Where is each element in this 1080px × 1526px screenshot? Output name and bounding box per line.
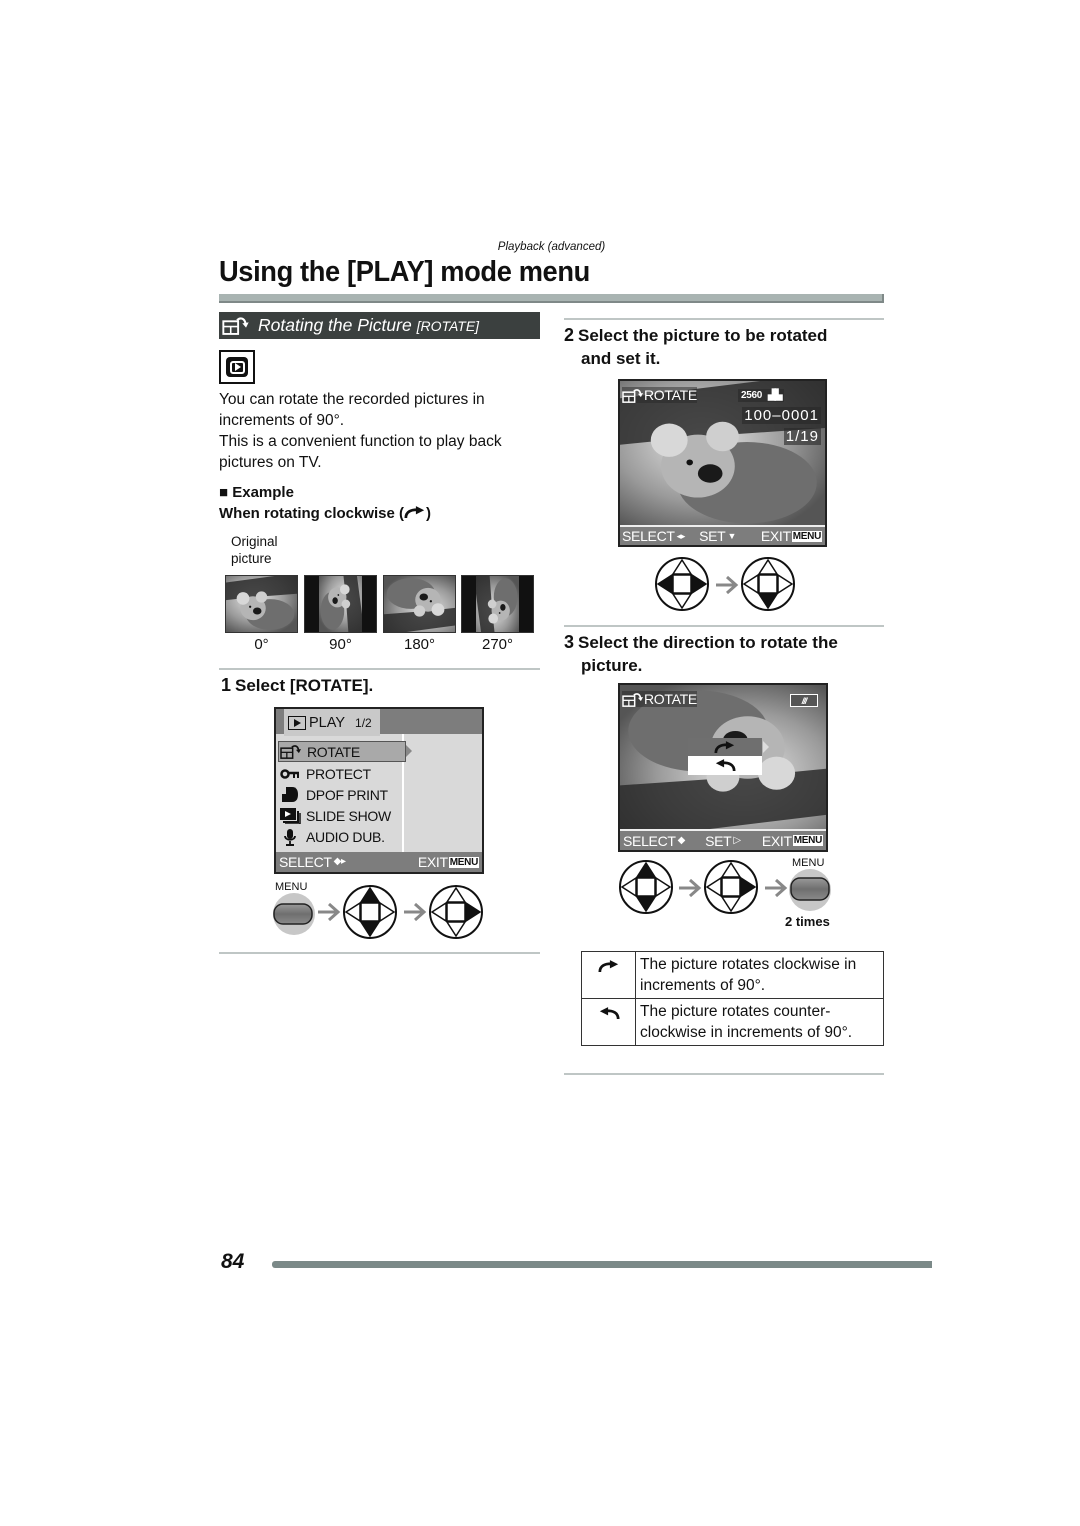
rotate-icon bbox=[279, 744, 303, 759]
menu-item-slide-show[interactable]: SLIDE SHOW bbox=[278, 805, 404, 826]
select-updown-right-icon: ◆▸ bbox=[333, 856, 346, 867]
divider bbox=[219, 952, 540, 954]
dpad-center bbox=[360, 902, 380, 922]
counterclockwise-arrow-icon bbox=[714, 759, 736, 772]
example-subheading: When rotating clockwise () bbox=[219, 505, 432, 522]
resolution-indicator: 2560 ▟▙ bbox=[738, 389, 785, 402]
thumbnail-90 bbox=[304, 575, 377, 633]
next-arrow-icon bbox=[403, 902, 427, 922]
frame-counter: 1/19 bbox=[783, 428, 821, 445]
page-title: Using the [PLAY] mode menu bbox=[219, 256, 590, 288]
intro-paragraph-2: This is a convenient function to play ba… bbox=[219, 433, 502, 471]
screen-footer: SELECT ◂▸ SET ▼ EXIT MENU bbox=[620, 525, 825, 545]
key-icon bbox=[278, 768, 302, 779]
microphone-icon bbox=[278, 828, 302, 846]
divider bbox=[564, 318, 884, 320]
title-rule bbox=[219, 294, 884, 303]
rotate-option-counterclockwise[interactable] bbox=[688, 756, 762, 775]
rotate-icon bbox=[221, 316, 251, 336]
intro-paragraph-1: You can rotate the recorded pictures in … bbox=[219, 391, 485, 429]
dpad-center bbox=[721, 877, 741, 897]
dpad-right-icon bbox=[704, 860, 758, 914]
file-number: 100–0001 bbox=[742, 407, 821, 424]
dpad-center bbox=[758, 574, 778, 594]
step-2-heading: 2 Select the picture to be rotated and se… bbox=[564, 325, 828, 368]
direction-table: The picture rotates clockwise in increme… bbox=[581, 951, 884, 1046]
quality-icon: ▟▙ bbox=[768, 390, 782, 401]
divider bbox=[564, 1073, 884, 1075]
table-text-cell: The picture rotates clockwise in increme… bbox=[635, 951, 884, 999]
clockwise-arrow-icon bbox=[598, 960, 620, 973]
menu-item-protect[interactable]: PROTECT bbox=[278, 763, 404, 784]
menu-button-icon bbox=[789, 869, 831, 911]
rotate-icon bbox=[622, 692, 644, 707]
menu-button-icon bbox=[273, 893, 315, 935]
dpad-center bbox=[446, 902, 466, 922]
left-right-icon: ◂▸ bbox=[676, 530, 686, 541]
dpad-center bbox=[672, 574, 692, 594]
thumbnail-180 bbox=[383, 575, 456, 633]
thumbnail-label: 270° bbox=[481, 636, 514, 653]
thumbnail-label: 0° bbox=[254, 636, 269, 653]
original-picture-label: Original picture bbox=[231, 534, 278, 566]
play-icon bbox=[288, 715, 306, 730]
slideshow-icon bbox=[278, 807, 302, 824]
thumbnail-label: 90° bbox=[329, 636, 352, 653]
next-arrow-icon bbox=[678, 878, 702, 898]
clockwise-arrow-icon bbox=[714, 741, 736, 754]
menu-item-dpof-print[interactable]: DPOF PRINT bbox=[278, 784, 404, 805]
press-count-label: 2 times bbox=[785, 914, 830, 929]
tab-play[interactable]: PLAY 1/2 bbox=[284, 709, 380, 736]
down-icon: ▼ bbox=[727, 531, 737, 541]
page-number: 84 bbox=[221, 1250, 245, 1273]
step-1-heading: 1 Select [ROTATE]. bbox=[221, 675, 374, 695]
next-arrow-icon bbox=[764, 878, 788, 898]
example-heading: ■ Example bbox=[219, 484, 294, 501]
dpad-down-icon bbox=[741, 557, 795, 611]
rotate-icon bbox=[622, 388, 644, 403]
next-arrow-icon bbox=[317, 902, 341, 922]
battery-icon: /// bbox=[790, 694, 818, 707]
dpad-right-icon bbox=[429, 885, 483, 939]
table-row: The picture rotates clockwise in increme… bbox=[581, 951, 884, 999]
divider bbox=[219, 668, 540, 670]
screen-footer: SELECT ◆ SET ▷ EXIT MENU bbox=[620, 829, 826, 850]
thumbnail-0 bbox=[225, 575, 298, 633]
section-header: Rotating the Picture [ROTATE] bbox=[219, 312, 540, 339]
dpad-center bbox=[636, 877, 656, 897]
section-title: Rotating the Picture [ROTATE] bbox=[258, 315, 480, 335]
running-head: Playback (advanced) bbox=[497, 241, 606, 253]
submenu-arrow-icon bbox=[763, 741, 769, 753]
menu-item-rotate[interactable]: ROTATE bbox=[278, 741, 406, 762]
dpad-updown-icon bbox=[619, 860, 673, 914]
playback-mode-icon bbox=[219, 350, 255, 384]
up-down-icon: ◆ bbox=[677, 835, 686, 846]
screen-footer: SELECT ◆▸ EXIT MENU bbox=[276, 852, 482, 872]
clockwise-arrow-icon bbox=[404, 506, 426, 519]
table-text-cell: The picture rotates counter-clockwise in… bbox=[635, 998, 884, 1046]
submenu-arrow-icon bbox=[406, 745, 412, 757]
rotate-select-screen: ROTATE 2560 ▟▙ 100–0001 1/19 SELECT ◂▸ S… bbox=[618, 379, 827, 547]
menu-item-audio-dub[interactable]: AUDIO DUB. bbox=[278, 826, 404, 847]
dpad-leftright-icon bbox=[655, 557, 709, 611]
play-menu-screen: PLAY 1/2 ROTATE PROTECT DPOF PRINT SLIDE… bbox=[274, 707, 484, 874]
next-arrow-icon bbox=[715, 575, 739, 595]
koala-photo bbox=[620, 381, 825, 529]
print-icon bbox=[278, 786, 302, 803]
right-icon: ▷ bbox=[733, 835, 741, 846]
table-row: The picture rotates counter-clockwise in… bbox=[581, 998, 884, 1046]
table-icon-cell bbox=[581, 998, 636, 1046]
rotate-direction-screen: ROTATE /// SELECT ◆ SET ▷ EXIT MENU bbox=[618, 683, 828, 852]
thumbnail-270 bbox=[461, 575, 534, 633]
footer-rule bbox=[272, 1261, 932, 1268]
counterclockwise-arrow-icon bbox=[598, 1007, 620, 1020]
thumbnail-label: 180° bbox=[403, 636, 436, 653]
step-3-heading: 3 Select the direction to rotate the pict… bbox=[564, 632, 838, 675]
rotate-option-clockwise[interactable] bbox=[688, 738, 762, 756]
table-icon-cell bbox=[581, 951, 636, 999]
dpad-updown-icon bbox=[343, 885, 397, 939]
page-indicator: 1/2 bbox=[355, 715, 372, 730]
divider bbox=[564, 625, 884, 627]
